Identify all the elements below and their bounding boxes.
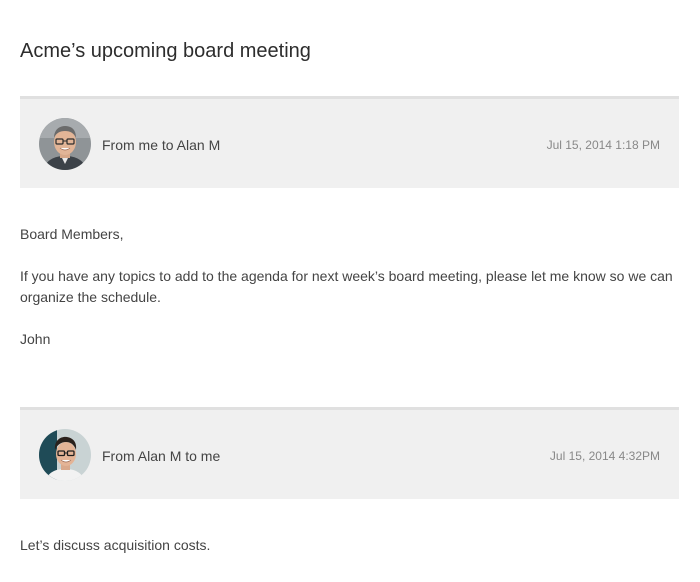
avatar[interactable] — [39, 429, 91, 481]
avatar-young-man-icon — [39, 429, 91, 481]
body-paragraph: Board Members, — [20, 226, 124, 242]
body-paragraph: John — [20, 331, 51, 347]
timestamp: Jul 15, 2014 4:32PM — [549, 449, 660, 463]
from-line: From Alan M to me — [102, 448, 221, 464]
message-header[interactable]: From Alan M to me Jul 15, 2014 4:32PM — [20, 407, 679, 499]
body-paragraph: If you have any topics to add to the age… — [20, 268, 673, 305]
avatar[interactable] — [39, 118, 91, 170]
email-subject: Acme’s upcoming board meeting — [20, 40, 311, 62]
message-body: Board Members, If you have any topics to… — [20, 224, 684, 371]
avatar-older-man-icon — [39, 118, 91, 170]
message-header[interactable]: From me to Alan M Jul 15, 2014 1:18 PM — [20, 96, 679, 188]
from-line: From me to Alan M — [102, 137, 221, 153]
body-paragraph: Let’s discuss acquisition costs. — [20, 537, 211, 553]
message-body: Let’s discuss acquisition costs. — [20, 535, 684, 577]
timestamp: Jul 15, 2014 1:18 PM — [546, 138, 660, 152]
